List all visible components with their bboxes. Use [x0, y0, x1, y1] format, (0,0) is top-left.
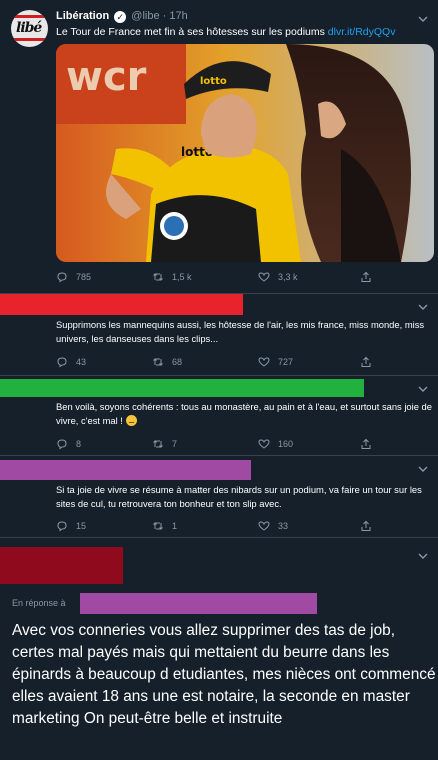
like-count: 727 [278, 357, 294, 367]
tweet-link[interactable]: dlvr.it/RdyQQv [328, 26, 396, 38]
chevron-down-icon[interactable] [418, 384, 428, 394]
like-button[interactable]: 727 [258, 355, 293, 369]
reply-count: 43 [76, 357, 87, 367]
svg-text:lotto: lotto [200, 76, 227, 87]
avatar-logo-text: libé [16, 20, 42, 36]
reply-button[interactable]: 785 [56, 270, 91, 284]
author-handle[interactable]: @libe [131, 10, 159, 22]
reply-count: 785 [76, 272, 92, 282]
tweet-body: Le Tour de France met fin à ses hôtesses… [56, 26, 328, 38]
reply-icon [57, 521, 67, 532]
reply-actions: 15 1 33 [56, 519, 434, 533]
cyclist-hostess-photo: wcr lotto lotto [56, 44, 434, 262]
share-button[interactable] [360, 355, 380, 369]
retweet-icon [153, 440, 163, 448]
tweet-text: Le Tour de France met fin à ses hôtesses… [56, 26, 395, 38]
chevron-down-icon[interactable] [418, 302, 428, 312]
tweet-time[interactable]: 17h [169, 10, 187, 22]
redacted-author [0, 460, 251, 480]
retweet-count: 68 [172, 357, 183, 367]
author-avatar[interactable]: libé [11, 10, 48, 47]
share-button[interactable] [360, 519, 380, 533]
redacted-reply-target[interactable] [80, 593, 317, 614]
like-count: 160 [278, 439, 294, 449]
share-icon [361, 438, 371, 449]
share-icon [361, 520, 371, 531]
retweet-count: 7 [172, 439, 178, 449]
heart-icon [258, 357, 270, 367]
reply-text: Supprimons les mannequins aussi, les hôt… [56, 319, 425, 344]
reply-text: Ben voilà, soyons cohérents : tous au mo… [56, 400, 434, 428]
retweet-icon [153, 522, 163, 530]
reply-count: 15 [76, 521, 87, 531]
reply-tweet[interactable]: Supprimons les mannequins aussi, les hôt… [0, 294, 438, 376]
retweet-icon [153, 273, 163, 281]
chevron-down-icon[interactable] [418, 14, 428, 24]
reply-actions: 8 7 160 [56, 437, 434, 451]
like-count: 3,3 k [278, 272, 298, 282]
reply-icon [57, 439, 67, 450]
heart-icon [258, 272, 270, 282]
reply-tweet[interactable]: Si ta joie de vivre se résume à matter d… [0, 456, 438, 538]
reply-count: 8 [76, 439, 82, 449]
author-name[interactable]: Libération [56, 10, 109, 22]
heart-icon [258, 439, 270, 449]
reply-icon [57, 357, 67, 368]
redacted-author [0, 294, 243, 315]
like-button[interactable]: 3,3 k [258, 270, 298, 284]
retweet-button[interactable]: 1 [152, 519, 177, 533]
reply-text: Si ta joie de vivre se résume à matter d… [56, 484, 422, 509]
reply-actions: 43 68 727 [56, 355, 434, 369]
reply-button[interactable]: 43 [56, 355, 86, 369]
reply-button[interactable]: 15 [56, 519, 86, 533]
reply-body: Ben voilà, soyons cohérents : tous au mo… [56, 401, 432, 426]
share-button[interactable] [360, 270, 380, 284]
reply-tweet[interactable]: Ben voilà, soyons cohérents : tous au mo… [0, 376, 438, 456]
in-reply-label: En réponse à [12, 598, 66, 608]
tweet-image[interactable]: wcr lotto lotto [56, 44, 434, 262]
verified-badge-icon: ✓ [114, 11, 127, 23]
focused-tweet-text: Avec vos conneries vous allez supprimer … [12, 622, 436, 727]
share-icon [361, 356, 371, 367]
background-sign-icon: wcr [66, 54, 147, 100]
share-icon [361, 271, 371, 282]
redacted-author [0, 379, 364, 397]
reply-button[interactable]: 8 [56, 437, 81, 451]
heart-icon [258, 521, 270, 531]
separator: · [162, 10, 167, 22]
retweet-count: 1,5 k [172, 272, 192, 282]
tweet-header: Libération ✓ @libe · 17h [56, 10, 188, 23]
share-button[interactable] [360, 437, 380, 451]
like-count: 33 [278, 521, 289, 531]
retweet-button[interactable]: 68 [152, 355, 182, 369]
chevron-down-icon[interactable] [418, 464, 428, 474]
retweet-icon [153, 358, 163, 366]
reply-icon [57, 272, 67, 283]
chevron-down-icon[interactable] [418, 551, 428, 561]
redacted-author [0, 547, 123, 584]
like-button[interactable]: 33 [258, 519, 288, 533]
retweet-count: 1 [172, 521, 178, 531]
like-button[interactable]: 160 [258, 437, 293, 451]
retweet-button[interactable]: 7 [152, 437, 177, 451]
retweet-button[interactable]: 1,5 k [152, 270, 192, 284]
slightly-frowning-face-emoji [125, 415, 137, 426]
tweet-actions: 785 1,5 k 3,3 k [56, 270, 434, 284]
main-tweet[interactable]: libé Libération ✓ @libe · 17h Le Tour de… [0, 0, 438, 294]
